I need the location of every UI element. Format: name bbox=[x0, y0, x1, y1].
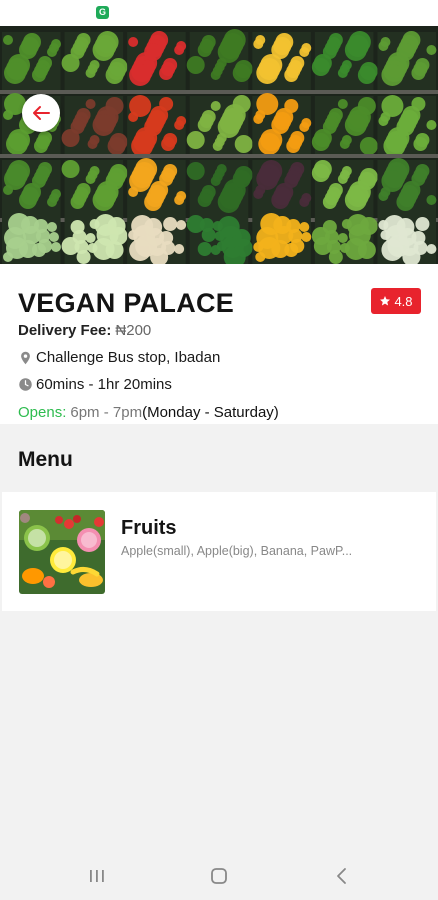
delivery-fee-label: Delivery Fee: bbox=[18, 322, 112, 339]
delivery-time-text: 60mins - 1hr 20mins bbox=[36, 376, 172, 393]
location-pin-icon bbox=[18, 350, 33, 366]
hero-image bbox=[0, 26, 438, 264]
opening-hours: Opens: 6pm - 7pm (Monday - Saturday) bbox=[18, 404, 279, 421]
delivery-fee-value: ₦200 bbox=[115, 322, 152, 339]
opens-hours: 6pm - 7pm bbox=[70, 404, 143, 421]
back-button[interactable] bbox=[22, 94, 60, 132]
restaurant-name: VEGAN PALACE bbox=[18, 288, 235, 318]
menu-item[interactable]: Fruits Apple(small), Apple(big), Banana,… bbox=[2, 492, 436, 611]
arrow-left-icon bbox=[33, 106, 50, 120]
delivery-time: 60mins - 1hr 20mins bbox=[18, 376, 172, 393]
recents-button[interactable] bbox=[83, 864, 111, 888]
rating-badge: 4.8 bbox=[371, 288, 421, 314]
home-icon bbox=[211, 868, 227, 884]
rating-value: 4.8 bbox=[394, 293, 413, 309]
menu-item-image bbox=[19, 510, 105, 594]
menu-title: Menu bbox=[18, 448, 73, 471]
green-app-icon: G bbox=[96, 6, 109, 19]
restaurant-info: VEGAN PALACE 4.8 Delivery Fee: ₦200 Chal… bbox=[0, 264, 438, 424]
menu-item-name: Fruits bbox=[121, 517, 177, 539]
home-button[interactable] bbox=[205, 864, 233, 888]
location-text: Challenge Bus stop, Ibadan bbox=[36, 349, 221, 366]
menu-item-description: Apple(small), Apple(big), Banana, PawP..… bbox=[121, 544, 353, 558]
system-nav-bar bbox=[0, 852, 438, 900]
system-back-button[interactable] bbox=[328, 864, 356, 888]
delivery-fee: Delivery Fee: ₦200 bbox=[18, 322, 151, 339]
star-icon bbox=[380, 296, 391, 306]
opens-label: Opens: bbox=[18, 404, 67, 421]
status-bar: G bbox=[0, 0, 438, 26]
location: Challenge Bus stop, Ibadan bbox=[18, 349, 220, 366]
opens-days: (Monday - Saturday) bbox=[142, 404, 279, 421]
vegetable-shelves-photo bbox=[0, 26, 438, 264]
clock-icon bbox=[18, 377, 33, 392]
back-chevron-icon bbox=[337, 868, 346, 884]
recents-icon bbox=[90, 870, 104, 882]
